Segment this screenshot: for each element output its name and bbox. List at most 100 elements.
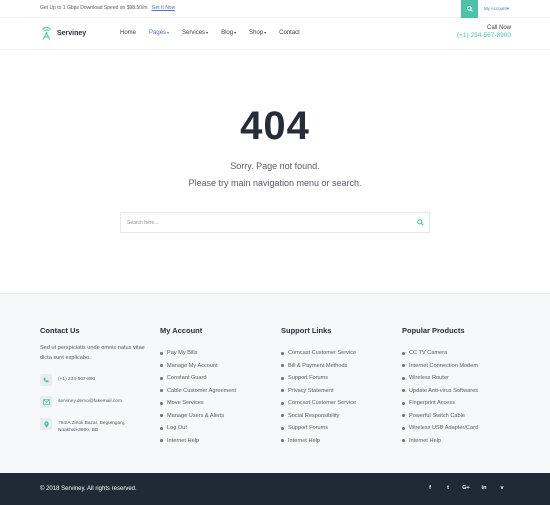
footer-link[interactable]: Log Out	[160, 422, 236, 435]
nav-label: Home	[120, 30, 137, 36]
nav-item-services[interactable]: Services▾	[182, 30, 208, 36]
nav-label: Services	[182, 30, 206, 36]
my-account-dropdown[interactable]: My Account▾	[484, 6, 509, 12]
logo[interactable]: Serviney	[40, 26, 86, 40]
nav-item-pages[interactable]: Pages▾	[149, 30, 169, 36]
footer-link[interactable]: Wireless USB Adapter/Card	[402, 422, 478, 435]
footer-support-links: Support Links Comcast Customer Service Bi…	[281, 326, 356, 447]
error-hint: Please try main navigation menu or searc…	[188, 178, 362, 188]
contact-address-text: 784/A Zirtoli Bazar, Begumganj, Noakhali…	[58, 421, 126, 433]
nav-label: Shop	[249, 30, 264, 36]
bullet-icon	[281, 401, 284, 405]
footer-link[interactable]: Internet Help	[281, 435, 356, 448]
footer-link[interactable]: Manage Users & Alerts	[160, 410, 236, 423]
contact-address: 784/A Zirtoli Bazar, Begumganj, Noakhali…	[40, 418, 150, 434]
footer-link-label: Cable Customer Agreement	[167, 387, 237, 394]
bottom-bar: © 2018 Serviney. All rights reserved. ft…	[0, 473, 550, 505]
footer-heading: Support Links	[281, 326, 332, 335]
footer-link[interactable]: Support Forums	[281, 372, 356, 385]
footer: Contact Us Sed ut perspiciatis unde omni…	[0, 293, 550, 473]
footer-link-label: Internet Help	[288, 437, 321, 444]
bullet-icon	[160, 439, 163, 443]
footer-contact: Contact Us Sed ut perspiciatis unde omni…	[40, 326, 150, 434]
footer-heading: Contact Us	[40, 326, 80, 335]
nav-item-home[interactable]: Home	[120, 30, 136, 36]
nav-item-contact[interactable]: Contact	[279, 30, 300, 36]
footer-link-label: Internet Connection Modem	[409, 362, 479, 369]
bullet-icon	[281, 439, 284, 443]
bullet-icon	[402, 439, 405, 443]
bullet-icon	[281, 426, 284, 430]
footer-link[interactable]: Internet Help	[402, 435, 478, 448]
footer-link-label: Update Anti-virus Softwares	[409, 387, 479, 394]
footer-link-label: Constant Guard	[167, 375, 207, 382]
envelope-icon	[40, 396, 52, 408]
footer-popular-products: Popular Products CC TV Camera Internet Co…	[402, 326, 478, 447]
bullet-icon	[160, 351, 163, 355]
bullet-icon	[402, 414, 405, 418]
footer-link-label: CC TV Camera	[409, 350, 448, 357]
footer-link-label: Comcast Customer Service	[288, 400, 357, 407]
chevron-down-icon: ▾	[234, 30, 237, 35]
google-plus-icon[interactable]: G+	[457, 485, 475, 491]
footer-link-list: CC TV Camera Internet Connection Modem Wir…	[402, 347, 478, 447]
footer-link[interactable]: Comcast Customer Service	[281, 347, 356, 360]
footer-link-label: Social Responsibility	[288, 412, 340, 419]
chevron-down-icon: ▾	[167, 30, 170, 35]
footer-link-label: Support Forums	[288, 375, 329, 382]
footer-link[interactable]: Bill & Payment Methods	[281, 360, 356, 373]
search-input[interactable]	[121, 213, 411, 232]
footer-link-label: Internet Help	[409, 437, 442, 444]
footer-link[interactable]: Cable Customer Agreement	[160, 385, 236, 398]
footer-link-label: Wireless Router	[409, 375, 449, 382]
footer-link[interactable]: Support Forums	[281, 422, 356, 435]
footer-link[interactable]: Powerful Switch Cable	[402, 410, 478, 423]
bullet-icon	[402, 364, 405, 368]
map-pin-icon	[40, 418, 52, 430]
call-now-number[interactable]: (+1) 234-567-8900	[457, 32, 511, 39]
footer-heading: Popular Products	[402, 326, 465, 335]
footer-my-account: My Account Pay My Bills Manage My Account…	[160, 326, 236, 447]
footer-link-label: Log Out	[167, 425, 187, 432]
contact-phone-text: (+1) 234-567-890	[58, 377, 96, 382]
wifi-tower-icon	[42, 27, 51, 40]
twitter-icon[interactable]: t	[439, 485, 457, 491]
social-links: f t G+ in v	[421, 485, 511, 491]
footer-link[interactable]: Pay My Bills	[160, 347, 236, 360]
footer-link[interactable]: Fingerprint Access	[402, 397, 478, 410]
contact-email-text[interactable]: serviney.demo@fakemail.com	[58, 396, 138, 405]
nav-item-shop[interactable]: Shop▾	[249, 30, 266, 36]
footer-link-label: Bill & Payment Methods	[288, 362, 348, 369]
footer-link[interactable]: Internet Connection Modem	[402, 360, 478, 373]
footer-link[interactable]: Wireless Router	[402, 372, 478, 385]
chevron-down-icon: ▾	[206, 30, 209, 35]
footer-link[interactable]: Internet Help	[160, 435, 236, 448]
footer-link[interactable]: Comcast Customer Service	[281, 397, 356, 410]
facebook-icon[interactable]: f	[421, 485, 439, 491]
footer-link[interactable]: Update Anti-virus Softwares	[402, 385, 478, 398]
footer-link[interactable]: CC TV Camera	[402, 347, 478, 360]
footer-heading: My Account	[160, 326, 203, 335]
nav-item-blog[interactable]: Blog▾	[221, 30, 236, 36]
footer-link-label: Manage Users & Alerts	[167, 412, 225, 419]
footer-link[interactable]: Move Services	[160, 397, 236, 410]
footer-link[interactable]: Privacy Statement	[281, 385, 356, 398]
linkedin-icon[interactable]: in	[475, 485, 493, 491]
vimeo-icon[interactable]: v	[493, 485, 511, 491]
promo-link[interactable]: Get It Now	[152, 5, 176, 11]
phone-icon	[40, 374, 52, 386]
call-now-label: Call Now	[486, 25, 511, 31]
footer-link-label: Fingerprint Access	[409, 400, 456, 407]
bullet-icon	[160, 401, 163, 405]
brand-name: Serviney	[57, 29, 87, 37]
bullet-icon	[160, 376, 163, 380]
footer-link[interactable]: Constant Guard	[160, 372, 236, 385]
footer-link[interactable]: Manage My Account	[160, 360, 236, 373]
footer-link[interactable]: Social Responsibility	[281, 410, 356, 423]
bullet-icon	[402, 389, 405, 393]
bullet-icon	[160, 364, 163, 368]
search-icon[interactable]	[417, 219, 424, 226]
contact-email: serviney.demo@fakemail.com	[40, 396, 150, 408]
promo-text: Get Up to 1 Gbps Download Speed on $98.5…	[40, 5, 148, 11]
top-search-button[interactable]	[461, 0, 478, 18]
